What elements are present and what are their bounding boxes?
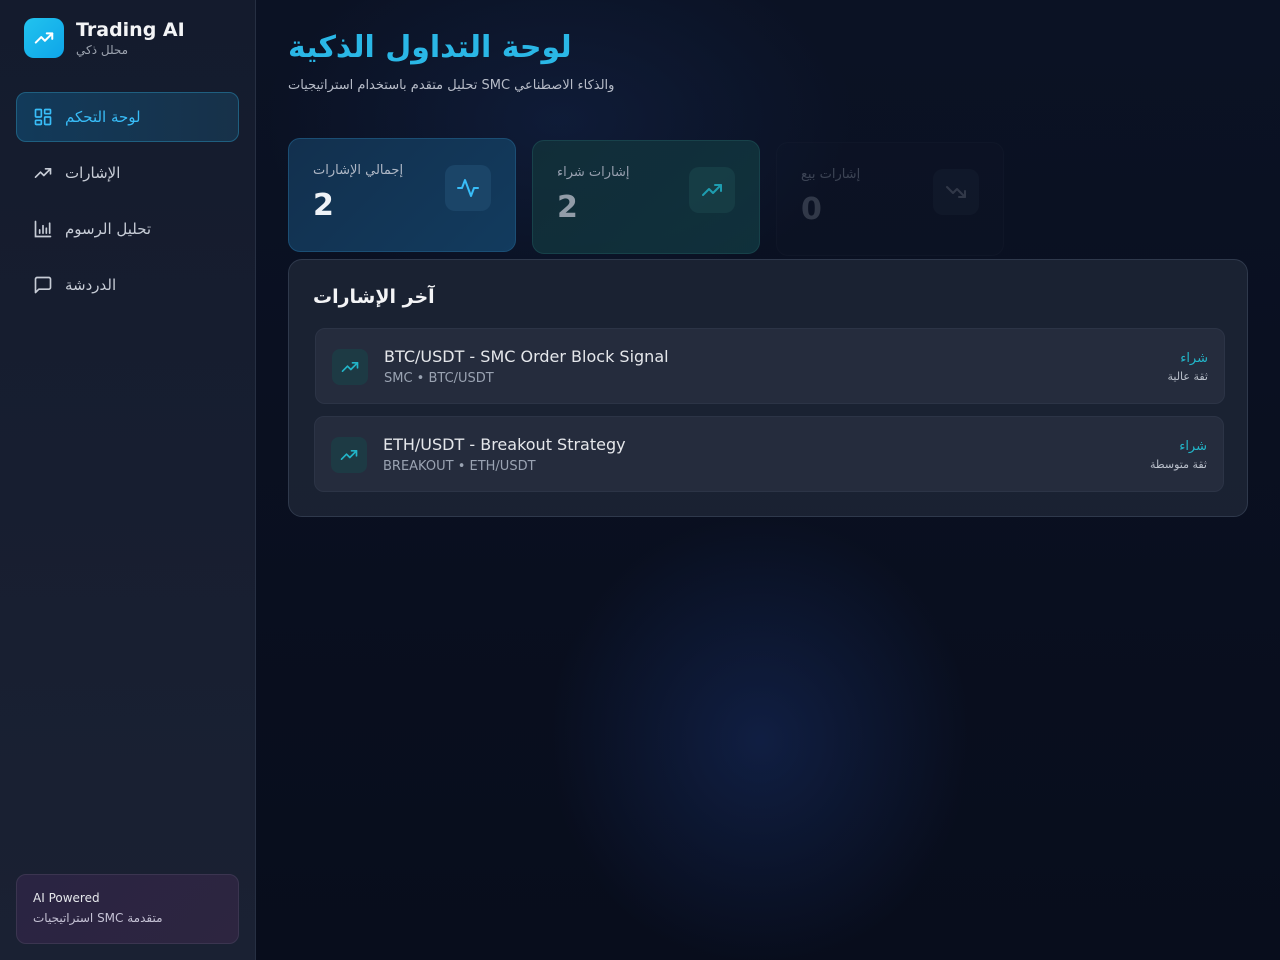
bar-chart-icon: [33, 219, 53, 239]
recent-signals-title: آخر الإشارات: [313, 286, 435, 308]
signal-title: BTC/USDT - SMC Order Block Signal: [384, 347, 669, 366]
chat-icon: [33, 275, 53, 295]
page-title: لوحة التداول الذكية: [288, 30, 572, 65]
sidebar-item-label: الدردشة: [65, 276, 117, 294]
sidebar-item-label: تحليل الرسوم: [65, 220, 152, 238]
trending-up-icon: [689, 167, 735, 213]
signal-meta: SMC • BTC/USDT: [384, 371, 494, 386]
brand-title: Trading AI: [76, 19, 185, 41]
sidebar-item-signals[interactable]: الإشارات: [16, 148, 239, 198]
signal-confidence: ثقة عالية: [1167, 370, 1208, 383]
sidebar-item-dashboard[interactable]: لوحة التحكم: [16, 92, 239, 142]
signal-row[interactable]: BTC/USDT - SMC Order Block Signal SMC • …: [315, 328, 1225, 404]
trending-down-icon: [933, 169, 979, 215]
trending-up-icon: [24, 18, 64, 58]
ai-card-title: AI Powered: [33, 891, 100, 905]
page-subtitle: تحليل متقدم باستخدام استراتيجيات SMC وال…: [288, 78, 615, 93]
signal-title: ETH/USDT - Breakout Strategy: [383, 435, 626, 454]
stat-card-total-signals: إجمالي الإشارات 2: [288, 138, 516, 252]
trending-up-icon: [332, 349, 368, 385]
stat-card-buy-signals: إشارات شراء 2: [532, 140, 760, 254]
sidebar-item-label: لوحة التحكم: [65, 108, 141, 126]
signal-confidence: ثقة متوسطة: [1149, 458, 1207, 471]
sidebar-item-label: الإشارات: [65, 164, 121, 182]
signal-type-badge: شراء: [1180, 351, 1208, 366]
sidebar-item-chart-analysis[interactable]: تحليل الرسوم: [16, 204, 239, 254]
sidebar: Trading AI محلل ذكي لوحة التحكم الإشارات…: [0, 0, 256, 960]
brand[interactable]: Trading AI محلل ذكي: [24, 18, 185, 58]
signal-meta: BREAKOUT • ETH/USDT: [383, 459, 536, 474]
stat-card-sell-signals: إشارات بيع 0: [776, 142, 1004, 256]
brand-subtitle: محلل ذكي: [76, 43, 129, 57]
trending-up-icon: [331, 437, 367, 473]
dashboard-icon: [33, 107, 53, 127]
activity-icon: [445, 165, 491, 211]
signal-type-badge: شراء: [1179, 439, 1207, 454]
sidebar-item-chat[interactable]: الدردشة: [16, 260, 239, 310]
signal-row[interactable]: ETH/USDT - Breakout Strategy BREAKOUT • …: [314, 416, 1224, 492]
ai-card-subtitle: استراتيجيات SMC متقدمة: [33, 911, 163, 925]
ai-powered-card: AI Powered استراتيجيات SMC متقدمة: [16, 874, 239, 944]
sidebar-nav: لوحة التحكم الإشارات تحليل الرسوم الدردش…: [16, 92, 239, 316]
trending-up-icon: [33, 163, 53, 183]
recent-signals-panel: آخر الإشارات BTC/USDT - SMC Order Block …: [288, 259, 1248, 517]
